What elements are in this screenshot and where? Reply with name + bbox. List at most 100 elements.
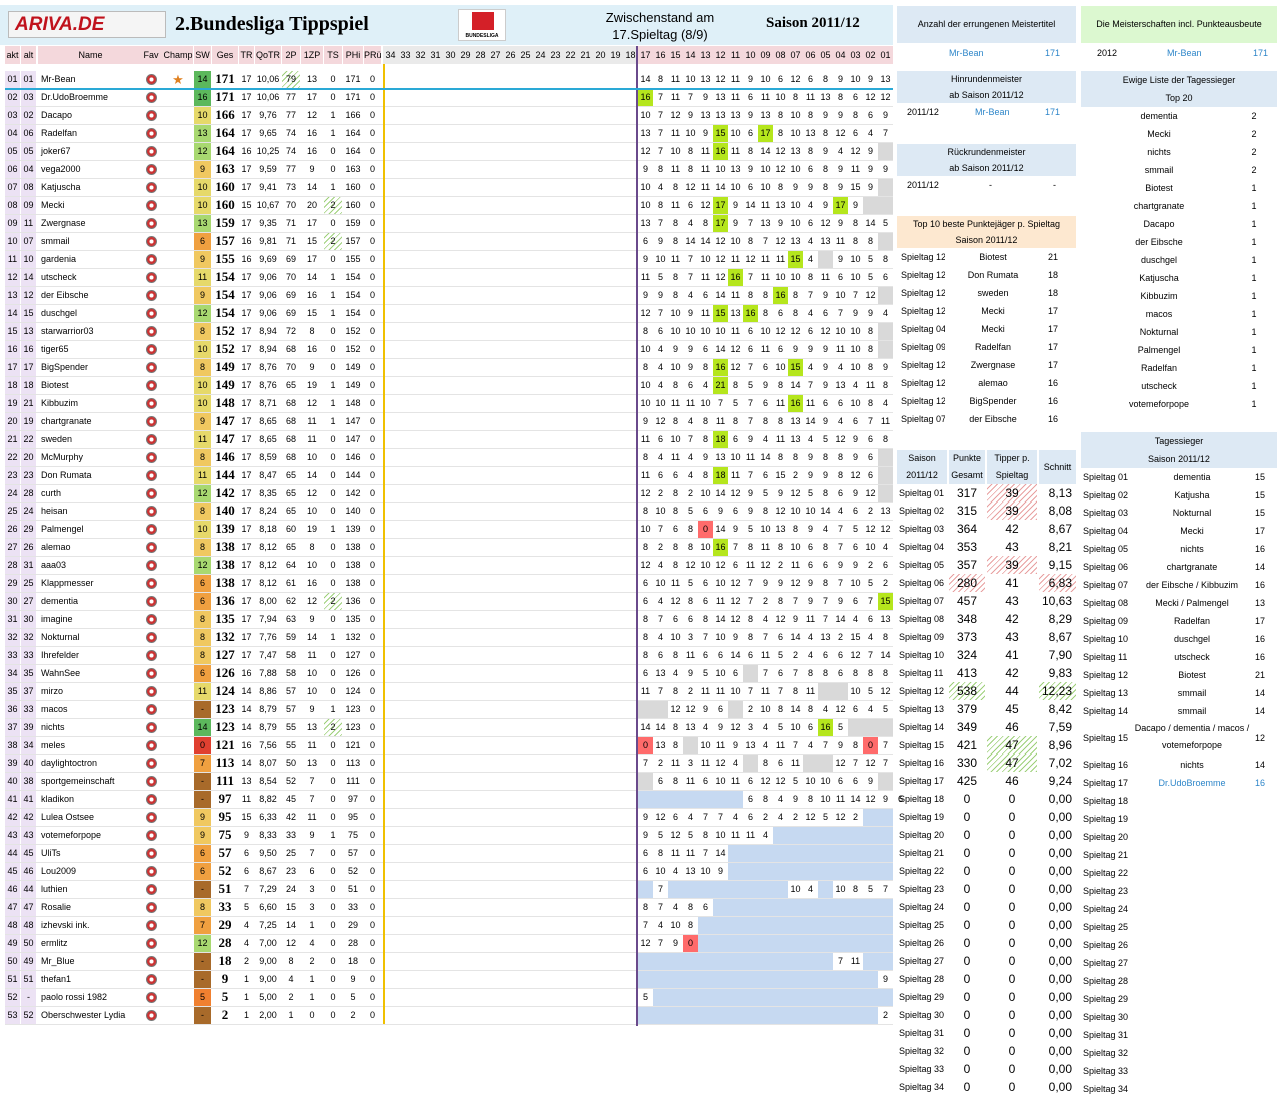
table-row[interactable]: 08 09 Mecki 10 160 15 10,67 70 20 2 160 0 10 8 11 6 12 17… <box>5 197 893 215</box>
table-row[interactable]: 50 49 Mr_Blue -18 2 9,00 8 2 0 18 0 7 11 <box>5 953 893 971</box>
player-name[interactable]: joker67 <box>38 143 140 160</box>
player-name[interactable]: Ihrefelder <box>38 647 140 664</box>
table-row[interactable]: 40 38 sportgemeinschaft -111 13 8,54 52 7 0 111 0 6… <box>5 773 893 791</box>
table-row[interactable]: 14 15 duschgel 12 154 17 9,06 69 15 1 154 0 12 7 10 9 11… <box>5 305 893 323</box>
table-row[interactable]: 03 02 Dacapo 10 166 17 9,76 77 12 1 166 0 10 7 12 9 13 13… <box>5 107 893 125</box>
table-row[interactable]: 18 18 Biotest 10 149 17 8,76 65 19 1 149 0 10 4 8 6 4 21 8… <box>5 377 893 395</box>
table-row[interactable]: 17 17 BigSpender 8 149 17 8,76 70 9 0 149 0 8 4 10 9 8 16… <box>5 359 893 377</box>
table-row[interactable]: 05 05 joker67 12 164 16 10,25 74 16 0 164 0 12 7 10 8 11… <box>5 143 893 161</box>
table-row[interactable]: 33 33 Ihrefelder 8 127 17 7,47 58 11 0 127 0 8 6 8 11 6 6… <box>5 647 893 665</box>
player-name[interactable]: Lulea Ostsee <box>38 809 140 826</box>
meister-name[interactable]: Mr-Bean <box>975 107 1010 117</box>
table-row[interactable]: 45 46 Lou2009 6 52 6 8,67 23 6 0 52 0 6 10 4 13 10 9 <box>5 863 893 881</box>
table-row[interactable]: 23 23 Don Rumata 11 144 17 8,47 65 14 0 144 0 11 6 6 4 8… <box>5 467 893 485</box>
player-name[interactable]: izhevski ink. <box>38 917 140 934</box>
table-row[interactable]: 27 26 alemao 8 138 17 8,12 65 8 0 138 0 8 2 8 8 10 16 7 8 11… <box>5 539 893 557</box>
player-name[interactable]: Oberschwester Lydia <box>38 1007 140 1024</box>
table-row[interactable]: 32 32 Nokturnal 8 132 17 7,76 59 14 1 132 0 8 4 10 3 7 10… <box>5 629 893 647</box>
table-row[interactable]: 02 03 Dr.UdoBroemme 16 171 17 10,06 77 17 0 171 0 16… <box>5 89 893 107</box>
player-name[interactable]: voteme​forpope <box>38 827 140 844</box>
player-name[interactable]: Dacapo <box>38 107 140 124</box>
player-name[interactable]: Nokturnal <box>38 629 140 646</box>
player-name[interactable]: Lou2009 <box>38 863 140 880</box>
player-name[interactable]: der Eibsche <box>38 287 140 304</box>
player-name[interactable]: starwarrior03 <box>38 323 140 340</box>
table-row[interactable]: 34 35 WahnSee 6 126 16 7,88 58 10 0 126 0 6 13 4 9 5 10 6 7… <box>5 665 893 683</box>
table-row[interactable]: 31 30 imagine 8 135 17 7,94 63 9 0 135 0 8 7 6 6 8 14 12 8 4… <box>5 611 893 629</box>
player-name[interactable]: Katjuscha <box>38 179 140 196</box>
table-row[interactable]: 51 51 thefan1-9 1 9,00 4 1 0 9 0 9 <box>5 971 893 989</box>
player-name[interactable]: Biotest <box>38 377 140 394</box>
table-row[interactable]: 36 33 macos -123 14 8,79 57 9 1 123 0 12 12 9 6 2 10 8 14 8… <box>5 701 893 719</box>
player-name[interactable]: Dr.UdoBroemme <box>38 89 140 106</box>
player-name[interactable]: sweden <box>38 431 140 448</box>
table-row[interactable]: 38 34 meles 0 121 16 7,56 55 11 0 121 0 0 13 8 10 11 9 13 4… <box>5 737 893 755</box>
player-name[interactable]: vega2000 <box>38 161 140 178</box>
player-name[interactable]: UliTs <box>38 845 140 862</box>
table-row[interactable]: 24 28 curth 12 142 17 8,35 65 12 0 142 0 12 2 8 2 10 14 12… <box>5 485 893 503</box>
player-name[interactable]: aaa03 <box>38 557 140 574</box>
player-name[interactable]: nichts <box>38 719 140 736</box>
player-name[interactable]: utscheck <box>38 269 140 286</box>
table-row[interactable]: 52- paolo rossi 1982 5 5 1 5,00 2 1 0 5 0 5 <box>5 989 893 1007</box>
player-name[interactable]: macos <box>38 701 140 718</box>
table-row[interactable]: 07 08 Katjuscha 10 160 17 9,41 73 14 1 160 0 10 4 8 12 1… <box>5 179 893 197</box>
table-row[interactable]: 41 41 kladikon -97 11 8,82 45 7 0 97 0 6 8 4 9 8 10 11 14 1… <box>5 791 903 809</box>
player-name[interactable]: tiger65 <box>38 341 140 358</box>
table-row[interactable]: 13 12 der Eibsche 9 154 17 9,06 69 16 1 154 0 9 9 8 4 6 1… <box>5 287 893 305</box>
table-row[interactable]: 42 42 Lulea Ostsee 9 95 15 6,33 42 11 0 95 0 9 12 6 4 7 7… <box>5 809 893 827</box>
player-name[interactable]: kladikon <box>38 791 140 808</box>
table-row[interactable]: 48 48 izhevski ink. 7 29 4 7,25 14 1 0 29 0 7 4 10 8 <box>5 917 893 935</box>
table-row[interactable]: 04 06 Radelfan 13 164 17 9,65 74 16 1 164 0 13 7 11 10 9… <box>5 125 893 143</box>
table-row[interactable]: 25 24 heisan 8 140 17 8,24 65 10 0 140 0 8 10 8 5 6 9 6 9 8 1… <box>5 503 893 521</box>
table-row[interactable]: 49 50 ermlitz 12 28 4 7,00 12 4 0 28 0 12 7 9 0 <box>5 935 893 953</box>
player-name[interactable]: Don Rumata <box>38 467 140 484</box>
player-name[interactable]: imagine <box>38 611 140 628</box>
player-name[interactable]: curth <box>38 485 140 502</box>
player-name[interactable]: gardenia <box>38 251 140 268</box>
table-row[interactable]: 09 11 Zwergnase 13 159 17 9,35 71 17 0 159 0 13 7 8 4 8 1… <box>5 215 893 233</box>
player-name[interactable]: Palmengel <box>38 521 140 538</box>
player-name[interactable]: McMurphy <box>38 449 140 466</box>
table-row[interactable]: 30 27 dementia 6 136 17 8,00 62 12 2 136 0 6 4 12 8 6 11 1… <box>5 593 893 611</box>
player-name[interactable]: paolo rossi 1982 <box>38 989 140 1006</box>
table-row[interactable]: 22 20 McMurphy 8 146 17 8,59 68 10 0 146 0 8 4 11 4 9 13 1… <box>5 449 893 467</box>
table-row[interactable]: 10 07 smmail 6 157 16 9,81 71 15 2 157 0 6 9 8 14 14 12 10… <box>5 233 893 251</box>
ariva-logo[interactable]: ARIVA.DE <box>8 11 166 38</box>
player-name[interactable]: daylightoctron <box>38 755 140 772</box>
player-name[interactable]: duschgel <box>38 305 140 322</box>
player-name[interactable]: smmail <box>38 233 140 250</box>
player-name[interactable]: dementia <box>38 593 140 610</box>
table-row[interactable]: 28 31 aaa03 12 138 17 8,12 64 10 0 138 0 12 4 8 12 10 12 6… <box>5 557 893 575</box>
table-row[interactable]: 12 14 utscheck 11 154 17 9,06 70 14 1 154 0 11 5 8 7 11 1… <box>5 269 893 287</box>
table-row[interactable]: 46 44 luthien -51 7 7,29 24 3 0 51 0 7 10 4 10 8 5 7 <box>5 881 893 899</box>
player-name[interactable]: Mr-Bean <box>38 71 140 88</box>
table-row[interactable]: 01 01 Mr-Bean ★ 14 171 17 10,06 79 13 0 171 0 14 8 11 10… <box>5 71 893 89</box>
table-row[interactable]: 20 19 chartgranate 9 147 17 8,65 68 11 1 147 0 9 12 8 4… <box>5 413 893 431</box>
player-name[interactable]: thefan1 <box>38 971 140 988</box>
table-row[interactable]: 53 52 Oberschwester Lydia -2 1 2,00 1 0 0 2 0 2 <box>5 1007 893 1025</box>
player-name[interactable]: mirzo <box>38 683 140 700</box>
table-row[interactable]: 16 16 tiger65 10 152 17 8,94 68 16 0 152 0 10 4 9 9 6 14 1… <box>5 341 893 359</box>
table-row[interactable]: 47 47 Rosalie 8 33 5 6,60 15 3 0 33 0 8 7 4 8 6 <box>5 899 893 917</box>
player-name[interactable]: Rosalie <box>38 899 140 916</box>
player-name[interactable]: heisan <box>38 503 140 520</box>
meister-name[interactable]: Mr-Bean <box>1167 48 1202 58</box>
table-row[interactable]: 39 40 daylightoctron 7 113 14 8,07 50 13 0 113 0 7 2 1… <box>5 755 893 773</box>
player-name[interactable]: Klappmesser <box>38 575 140 592</box>
table-row[interactable]: 43 43 voteme​forpope 9 75 9 8,33 33 9 1 75 0 9 5 12 5 8 1… <box>5 827 893 845</box>
player-name[interactable]: sportgemeinschaft <box>38 773 140 790</box>
player-name[interactable]: Kibbuzim <box>38 395 140 412</box>
player-name[interactable]: BigSpender <box>38 359 140 376</box>
player-name[interactable]: ermlitz <box>38 935 140 952</box>
table-row[interactable]: 06 04 vega2000 9 163 17 9,59 77 9 0 163 0 9 8 11 8 11 10 1… <box>5 161 893 179</box>
player-name[interactable]: Radelfan <box>38 125 140 142</box>
player-name[interactable]: luthien <box>38 881 140 898</box>
player-name[interactable]: WahnSee <box>38 665 140 682</box>
player-name[interactable]: Mecki <box>38 197 140 214</box>
table-row[interactable]: 15 13 starwarrior03 8 152 17 8,94 72 8 0 152 0 8 6 10 1… <box>5 323 893 341</box>
table-row[interactable]: 19 21 Kibbuzim 10 148 17 8,71 68 12 1 148 0 10 10 11 11… <box>5 395 893 413</box>
meister-name[interactable]: Mr-Bean <box>949 48 984 58</box>
table-row[interactable]: 26 29 Palmengel 10 139 17 8,18 60 19 1 139 0 10 7 6 8 0 1… <box>5 521 893 539</box>
table-row[interactable]: 44 45 UliTs 6 57 6 9,50 25 7 0 57 0 6 8 11 11 7 14 <box>5 845 893 863</box>
